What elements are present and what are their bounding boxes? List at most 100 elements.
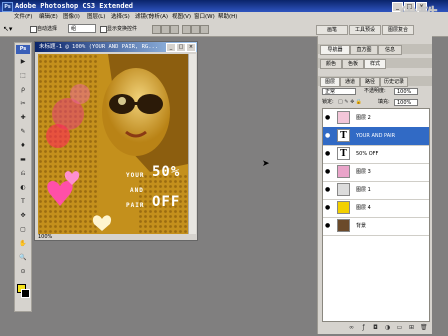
auto-select-dropdown[interactable]: 组 — [68, 24, 96, 33]
document-title: 未标题-1 @ 100% (YOUR AND PAIR, RG... — [39, 44, 159, 50]
photoshop-window: Ps Adobe Photoshop CS3 Extended _ □ × 优酷… — [0, 0, 448, 336]
brush-tool[interactable]: ✎ — [18, 128, 28, 135]
background-color-swatch[interactable] — [21, 289, 30, 298]
healing-tool[interactable]: ✚ — [18, 114, 28, 121]
canvas-text-your: YOUR — [126, 172, 145, 179]
fill-field[interactable]: 100% — [394, 99, 418, 106]
lasso-tool[interactable]: ρ — [18, 86, 28, 93]
menu-select[interactable]: 选择(S) — [111, 13, 130, 21]
menu-bar: 文件(F) 编辑(E) 图像(I) 图层(L) 选择(S) 滤镜(T) 分析(A… — [0, 12, 448, 22]
eye-icon[interactable]: ● — [325, 168, 332, 175]
layers-panel-tabs: 图层 通道 路径 历史记录 — [318, 76, 432, 87]
align-right-icon[interactable] — [200, 25, 209, 34]
eye-icon[interactable]: ● — [325, 186, 332, 193]
layers-list: ● 图层 2 ● T YOUR AND PAIR ● T 50% OFF ● 图… — [322, 108, 430, 322]
layer-thumbnail — [337, 165, 350, 178]
marquee-tool[interactable]: ⬚ — [18, 72, 28, 79]
tab-navigator[interactable]: 导航器 — [320, 45, 350, 55]
halftone-left — [38, 54, 98, 234]
navigator-panel-tabs: 导航器 直方图 信息 — [318, 44, 432, 55]
show-transform-checkbox[interactable] — [100, 26, 107, 33]
layer-row[interactable]: ● 背景 — [323, 217, 429, 236]
shape-tool[interactable]: ▢ — [18, 226, 28, 233]
menu-window[interactable]: 窗口(W) — [194, 13, 215, 21]
align-left-icon[interactable] — [182, 25, 191, 34]
layer-name: 图层 2 — [356, 115, 371, 121]
menu-layer[interactable]: 图层(L) — [87, 13, 105, 21]
lock-label: 锁定: — [322, 99, 334, 105]
fx-icon[interactable]: ƒ — [360, 324, 367, 331]
doc-close-button[interactable]: × — [186, 43, 196, 52]
eraser-tool[interactable]: ▬ — [18, 156, 28, 163]
color-panel-tabs: 颜色 色板 样式 — [318, 58, 432, 69]
eye-icon[interactable]: ● — [325, 222, 332, 229]
layer-row[interactable]: ● 图层 1 — [323, 181, 429, 200]
stamp-tool[interactable]: ♦ — [18, 142, 28, 149]
dock-tab-layer-comps[interactable]: 图层复合 — [382, 25, 414, 35]
history-brush-tool[interactable]: ⎌ — [18, 170, 28, 177]
layer-row-selected[interactable]: ● T YOUR AND PAIR — [323, 127, 429, 146]
eyedropper-tool[interactable]: ⊙ — [18, 268, 28, 275]
sunglass-right — [137, 94, 163, 114]
layer-row[interactable]: ● 图层 2 — [323, 109, 429, 128]
tab-swatches[interactable]: 色板 — [342, 59, 364, 69]
move-tool[interactable]: ▶ — [18, 58, 28, 65]
blend-mode-dropdown[interactable]: 正常 — [322, 88, 356, 95]
eye-icon[interactable]: ● — [325, 114, 332, 121]
link-icon[interactable]: ∞ — [348, 324, 355, 331]
menu-help[interactable]: 帮助(H) — [218, 13, 237, 21]
auto-select-checkbox[interactable] — [30, 26, 37, 33]
layer-name: 背景 — [356, 223, 367, 229]
panel-dock: 导航器 直方图 信息 颜色 色板 样式 图层 通道 路径 历史记录 正常 不透明… — [317, 36, 432, 334]
document-window: 未标题-1 @ 100% (YOUR AND PAIR, RG... _ □ × — [34, 41, 198, 241]
layer-row[interactable]: ● 图层 4 — [323, 199, 429, 218]
align-center-icon[interactable] — [191, 25, 200, 34]
mask-icon[interactable]: ◘ — [372, 324, 379, 331]
mouse-cursor-icon: ➤ — [262, 159, 270, 169]
fill-label: 填充: — [378, 99, 390, 105]
type-tool[interactable]: T — [18, 198, 28, 205]
document-canvas[interactable]: YOUR 50% AND PAIR OFF — [38, 54, 188, 234]
zoom-level[interactable]: 100% — [38, 234, 52, 240]
canvas-text-off: OFF — [152, 194, 181, 210]
opacity-field[interactable]: 100% — [394, 88, 418, 95]
menu-file[interactable]: 文件(F) — [14, 13, 32, 21]
layer-row[interactable]: ● T 50% OFF — [323, 145, 429, 164]
tab-styles[interactable]: 样式 — [364, 59, 386, 69]
dock-tab-brushes[interactable]: 画笔 — [316, 25, 348, 35]
menu-edit[interactable]: 编辑(E) — [39, 13, 58, 21]
eye-icon[interactable]: ● — [325, 150, 332, 157]
options-bar: ↖▾ 自动选择 组 显示变换控件 画笔 工具预设 图层复合 — [0, 22, 448, 37]
align-bottom-icon[interactable] — [170, 25, 179, 34]
document-scrollbar[interactable] — [188, 54, 196, 234]
doc-minimize-button[interactable]: _ — [166, 43, 176, 52]
eye-icon[interactable]: ● — [325, 204, 332, 211]
menu-image[interactable]: 图像(I) — [63, 13, 80, 21]
lock-icons[interactable]: □ ✎ ✥ 🔒 — [338, 99, 362, 106]
menu-view[interactable]: 视图(V) — [172, 13, 191, 21]
trash-icon[interactable]: 🗑 — [420, 324, 428, 331]
menu-analysis[interactable]: 分析(A) — [149, 13, 168, 21]
dodge-tool[interactable]: ◐ — [18, 184, 28, 191]
layers-footer: ∞ ƒ ◘ ◑ ▭ ⊞ 🗑 — [322, 324, 428, 332]
zoom-tool[interactable]: 🔍 — [18, 254, 28, 261]
layer-row[interactable]: ● 图层 3 — [323, 163, 429, 182]
new-layer-icon[interactable]: ⊞ — [408, 324, 415, 331]
document-titlebar[interactable]: 未标题-1 @ 100% (YOUR AND PAIR, RG... _ □ × — [35, 42, 197, 52]
path-select-tool[interactable]: ✥ — [18, 212, 28, 219]
align-middle-icon[interactable] — [161, 25, 170, 34]
align-top-icon[interactable] — [152, 25, 161, 34]
tab-info[interactable]: 信息 — [378, 45, 402, 55]
tab-color[interactable]: 颜色 — [320, 59, 342, 69]
group-icon[interactable]: ▭ — [396, 324, 403, 331]
toolbox: Ps ▶ ⬚ ρ ✂ ✚ ✎ ♦ ▬ ⎌ ◐ T ✥ ▢ ✋ 🔍 ⊙ — [14, 42, 32, 312]
eye-icon[interactable]: ● — [325, 132, 332, 139]
adjustment-icon[interactable]: ◑ — [384, 324, 391, 331]
show-transform-label: 显示变换控件 — [107, 26, 138, 32]
dock-tab-tool-presets[interactable]: 工具预设 — [349, 25, 381, 35]
hand-tool[interactable]: ✋ — [18, 240, 28, 247]
tab-histogram[interactable]: 直方图 — [350, 45, 378, 55]
crop-tool[interactable]: ✂ — [18, 100, 28, 107]
move-tool-icon[interactable]: ↖▾ — [3, 24, 17, 34]
doc-maximize-button[interactable]: □ — [176, 43, 186, 52]
